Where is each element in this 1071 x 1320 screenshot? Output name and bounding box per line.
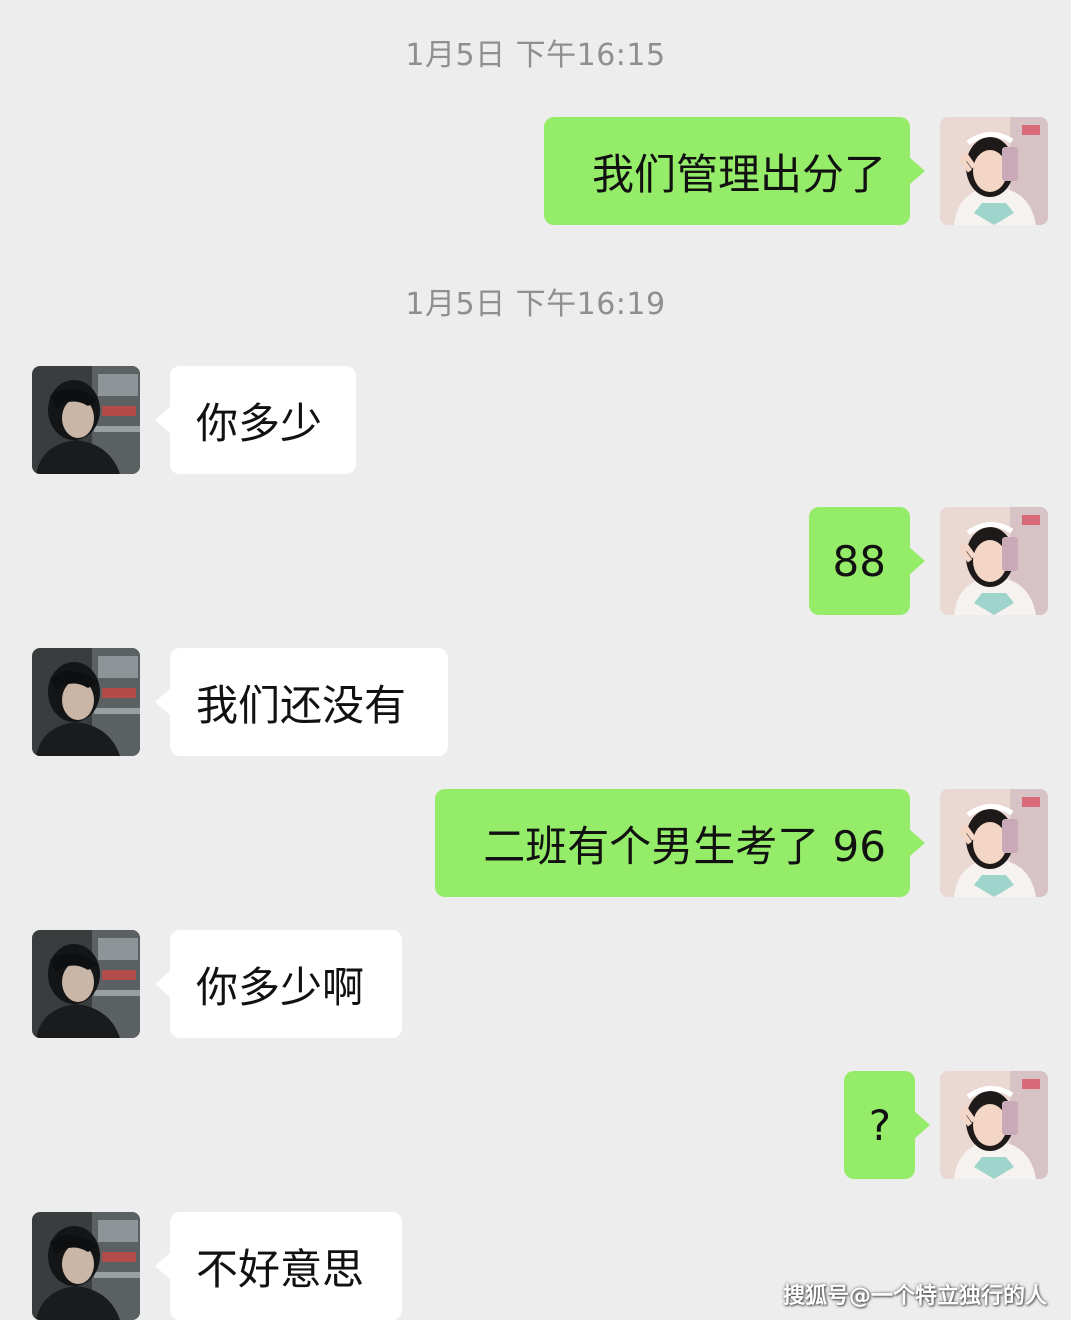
girl-photo-avatar-icon <box>940 117 1048 225</box>
message-text: ? <box>868 1100 891 1150</box>
contact-avatar[interactable] <box>32 1212 140 1320</box>
my-avatar[interactable] <box>940 507 1048 615</box>
message-text: 你多少啊 <box>196 962 365 1012</box>
message-text: 我们管理出分了 <box>591 149 886 199</box>
girl-photo-avatar-icon <box>940 507 1048 615</box>
message-text: 二班有个男生考了 96 <box>483 821 886 871</box>
my-avatar[interactable] <box>940 117 1048 225</box>
boy-photo-avatar-icon <box>32 648 140 756</box>
girl-photo-avatar-icon <box>940 789 1048 897</box>
message-text: 你多少 <box>196 398 323 448</box>
message-bubble-received[interactable]: 我们还没有 <box>155 648 448 756</box>
timestamp: 1月5日 下午16:15 <box>405 38 666 73</box>
contact-avatar[interactable] <box>32 366 140 474</box>
my-avatar[interactable] <box>940 1071 1048 1179</box>
message-bubble-sent[interactable]: 二班有个男生考了 96 <box>435 789 925 897</box>
my-avatar[interactable] <box>940 789 1048 897</box>
watermark: 搜狐号@一个特立独行的人 <box>782 1284 1047 1309</box>
girl-photo-avatar-icon <box>940 1071 1048 1179</box>
message-bubble-sent[interactable]: 88 <box>809 507 925 615</box>
contact-avatar[interactable] <box>32 648 140 756</box>
message-text: 88 <box>832 536 886 586</box>
message-bubble-received[interactable]: 你多少啊 <box>155 930 402 1038</box>
message-bubble-received[interactable]: 不好意思 <box>155 1212 402 1320</box>
message-text: 我们还没有 <box>196 680 407 730</box>
message-bubble-sent[interactable]: 我们管理出分了 <box>544 117 925 225</box>
boy-photo-avatar-icon <box>32 366 140 474</box>
timestamp: 1月5日 下午16:19 <box>405 287 666 322</box>
boy-photo-avatar-icon <box>32 930 140 1038</box>
message-bubble-received[interactable]: 你多少 <box>155 366 356 474</box>
boy-photo-avatar-icon <box>32 1212 140 1320</box>
message-bubble-sent[interactable]: ? <box>844 1071 930 1179</box>
contact-avatar[interactable] <box>32 930 140 1038</box>
message-text: 不好意思 <box>196 1244 365 1294</box>
